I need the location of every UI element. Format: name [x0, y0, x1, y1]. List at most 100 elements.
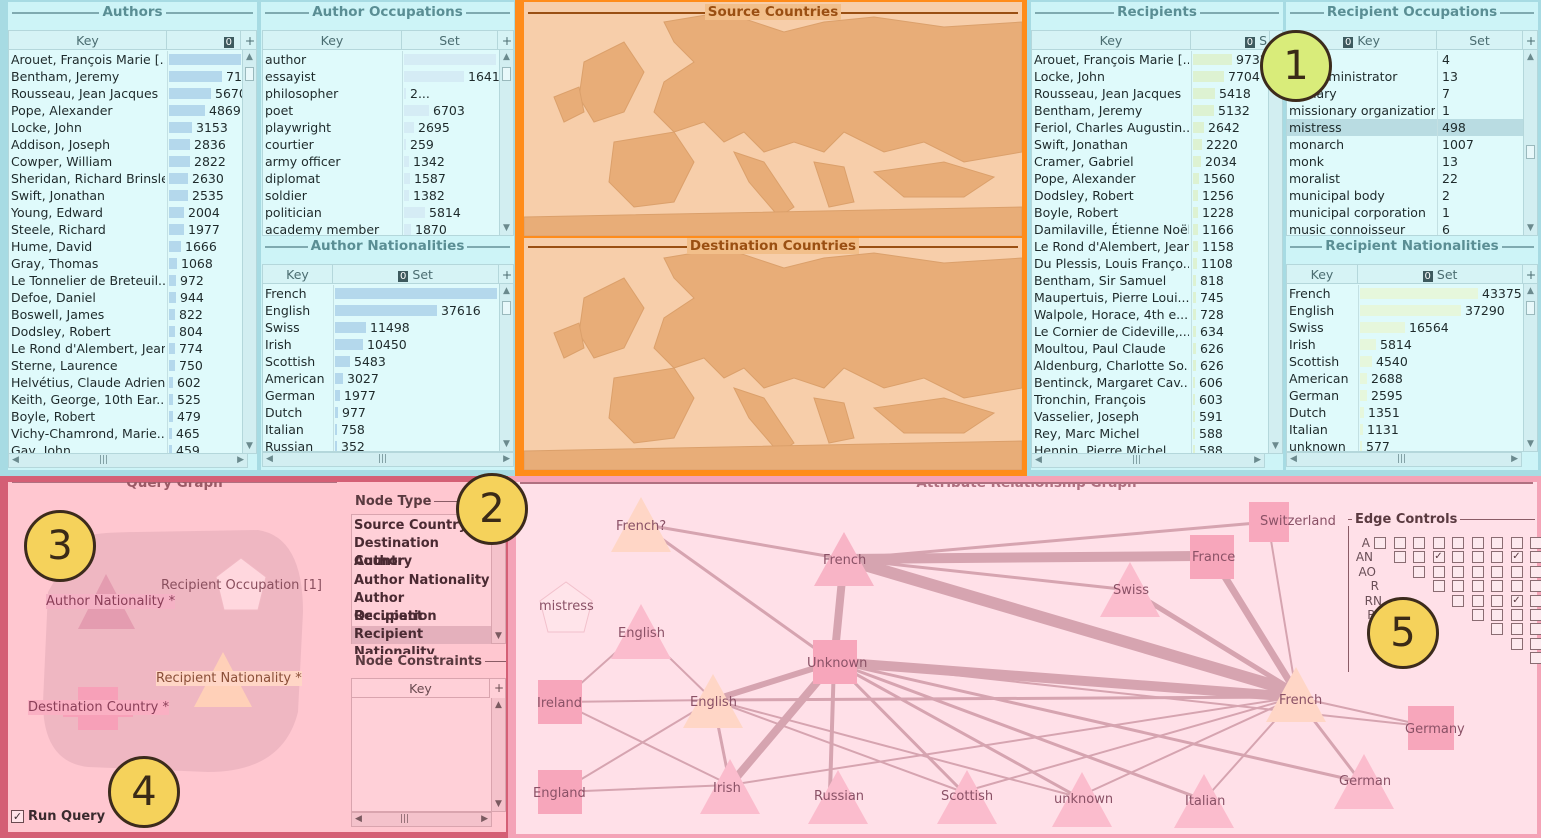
edge-control-checkbox[interactable]	[1530, 551, 1541, 564]
author-row[interactable]: Gray, Thomas 1068	[9, 255, 256, 272]
scroll-up-icon[interactable]: ▲	[246, 52, 253, 62]
node-label-ireland[interactable]: Ireland	[537, 696, 582, 711]
author-row[interactable]: Le Tonnelier de Breteuil... 972	[9, 272, 256, 289]
author-occupation-row[interactable]: politician 5814	[263, 204, 513, 221]
recipient-occupation-row[interactable]: moralist 22	[1287, 170, 1537, 187]
node-label-french-top[interactable]: French	[823, 553, 866, 568]
node-label-italian[interactable]: Italian	[1185, 794, 1225, 809]
scroll-down-icon[interactable]: ▼	[503, 439, 510, 449]
author-nationality-row[interactable]: German 1977	[263, 387, 513, 404]
scroll-left-icon[interactable]: ◀	[1035, 455, 1042, 465]
author-occupation-row[interactable]: army officer 1342	[263, 153, 513, 170]
scroll-right-icon[interactable]: ▶	[1511, 454, 1518, 464]
recipient-nationality-row[interactable]: unknown 577	[1287, 438, 1537, 451]
author-nationality-row[interactable]: Swiss 11498	[263, 319, 513, 336]
node-label-germany[interactable]: Germany	[1405, 722, 1465, 737]
destination-country-label[interactable]: Destination Country *	[28, 700, 170, 715]
node-label-unknown-sq[interactable]: Unknown	[807, 656, 867, 671]
edge-control-checkbox[interactable]	[1530, 652, 1541, 665]
recipient-nationality-row[interactable]: Irish 5814	[1287, 336, 1537, 353]
edge-control-checkbox[interactable]	[1491, 580, 1503, 593]
scroll-down-icon[interactable]: ▼	[495, 631, 502, 641]
author-row[interactable]: Steele, Richard 1977	[9, 221, 256, 238]
recipient-row[interactable]: Feriol, Charles Augustin... 2642	[1032, 119, 1282, 136]
scroll-thumb[interactable]	[502, 301, 511, 315]
edge-control-checkbox[interactable]	[1510, 623, 1523, 636]
edge-control-checkbox[interactable]	[1452, 580, 1464, 593]
scroll-down-icon[interactable]: ▼	[503, 223, 510, 233]
constraints-vscroll[interactable]: ▲ ▼	[491, 698, 505, 811]
recipient-row[interactable]: Vasselier, Joseph 591	[1032, 408, 1282, 425]
recipient-occupation-row[interactable]: mistress 498	[1287, 119, 1537, 136]
rec-vscroll[interactable]: ▼	[1268, 50, 1282, 453]
constraints-hscroll[interactable]: ◀ ||| ▶	[351, 812, 492, 827]
edge-control-checkbox[interactable]	[1471, 594, 1484, 607]
author-occupation-row[interactable]: courtier 259	[263, 136, 513, 153]
edge-control-checkbox[interactable]	[1413, 551, 1425, 564]
node-label-mistress[interactable]: mistress	[539, 599, 594, 614]
rnat-add-button[interactable]: +	[1523, 265, 1537, 284]
author-row[interactable]: Helvétius, Claude Adrien 602	[9, 374, 256, 391]
recipient-occupation-row[interactable]: monk 13	[1287, 153, 1537, 170]
author-row[interactable]: Boyle, Robert 479	[9, 408, 256, 425]
scroll-right-icon[interactable]: ▶	[1254, 455, 1261, 465]
edge-control-checkbox[interactable]	[1413, 565, 1425, 578]
edge-control-checkbox[interactable]	[1432, 580, 1445, 593]
recipient-occupation-label[interactable]: Recipient Occupation [1]	[161, 578, 322, 593]
author-occupation-row[interactable]: playwright 2695	[263, 119, 513, 136]
hscroll-thumb-grip[interactable]: |||	[1132, 455, 1141, 465]
aocc-vscroll[interactable]: ▲ ▼	[499, 50, 513, 235]
author-row[interactable]: Keith, George, 10th Ear... 525	[9, 391, 256, 408]
edge-control-checkbox[interactable]	[1452, 551, 1464, 564]
edge-control-checkbox[interactable]	[1452, 594, 1464, 607]
recipient-occupation-row[interactable]: missionary organization 1	[1287, 102, 1537, 119]
rocc-add-button[interactable]: +	[1523, 31, 1537, 50]
edge-control-checkbox[interactable]	[1491, 565, 1503, 578]
scroll-down-icon[interactable]: ▼	[246, 441, 253, 451]
recipient-occupation-row[interactable]: monarch 1007	[1287, 136, 1537, 153]
edge-control-checkbox[interactable]	[1491, 551, 1503, 564]
rocc-set-header[interactable]: Set	[1437, 31, 1523, 50]
edge-control-checkbox[interactable]	[1393, 551, 1406, 564]
author-nationalities-table[interactable]: Key 0 Set + French English 37616 Swiss 11498…	[262, 264, 514, 452]
node-label-switzerland[interactable]: Switzerland	[1260, 514, 1336, 529]
author-nationality-row[interactable]: French	[263, 285, 513, 302]
author-row[interactable]: Arouet, François Marie [...	[9, 51, 256, 68]
recipient-row[interactable]: Rousseau, Jean Jacques 5418	[1032, 85, 1282, 102]
author-row[interactable]: Dodsley, Robert 804	[9, 323, 256, 340]
scroll-thumb[interactable]	[1526, 301, 1535, 315]
rnat-vscroll[interactable]: ▲ ▼	[1523, 284, 1537, 451]
edge-control-checkbox[interactable]	[1530, 609, 1541, 621]
recipient-row[interactable]: Boyle, Robert 1228	[1032, 204, 1282, 221]
authors-hscroll[interactable]: ◀ ||| ▶	[8, 453, 248, 468]
scroll-right-icon[interactable]: ▶	[237, 455, 244, 465]
hscroll-thumb-grip[interactable]: |||	[400, 814, 409, 824]
rec-hscroll[interactable]: ◀ ||| ▶	[1031, 453, 1265, 468]
scroll-up-icon[interactable]: ▲	[503, 52, 510, 62]
author-row[interactable]: Cowper, William 2822	[9, 153, 256, 170]
author-row[interactable]: Pope, Alexander 4869	[9, 102, 256, 119]
recipient-nationality-row[interactable]: Italian 1131	[1287, 421, 1537, 438]
edge-control-checkbox[interactable]	[1432, 565, 1445, 578]
recipient-row[interactable]: Dodsley, Robert 1256	[1032, 187, 1282, 204]
rocc-vscroll[interactable]: ▲ ▼	[1523, 50, 1537, 235]
recipient-row[interactable]: Aldenburg, Charlotte So... 626	[1032, 357, 1282, 374]
scroll-up-icon[interactable]: ▲	[495, 700, 502, 710]
node-label-france[interactable]: France	[1192, 550, 1235, 565]
edge-control-checkbox[interactable]	[1374, 537, 1386, 549]
node-label-english-top[interactable]: English	[618, 626, 665, 641]
scroll-down-icon[interactable]: ▼	[1527, 439, 1534, 449]
edge-control-checkbox[interactable]	[1510, 637, 1523, 650]
edge-control-checkbox[interactable]	[1530, 537, 1541, 549]
hscroll-thumb-grip[interactable]: |||	[1397, 454, 1406, 464]
recipient-occupation-row[interactable]: municipal body 2	[1287, 187, 1537, 204]
scroll-right-icon[interactable]: ▶	[503, 454, 510, 464]
author-row[interactable]: Le Rond d'Alembert, Jean 774	[9, 340, 256, 357]
recipient-row[interactable]: Locke, John 7704	[1032, 68, 1282, 85]
edge-control-checkbox[interactable]: ✓	[1432, 551, 1445, 564]
author-occupations-table[interactable]: Key Set + author essayist 16414 philosopher…	[262, 30, 514, 236]
recipients-table[interactable]: Key 0 S + Arouet, François Marie [...973…	[1031, 30, 1283, 454]
run-query-checkbox[interactable]: ✓	[11, 810, 24, 823]
run-query-label[interactable]: Run Query	[28, 809, 105, 824]
edge-control-checkbox[interactable]	[1530, 623, 1541, 636]
